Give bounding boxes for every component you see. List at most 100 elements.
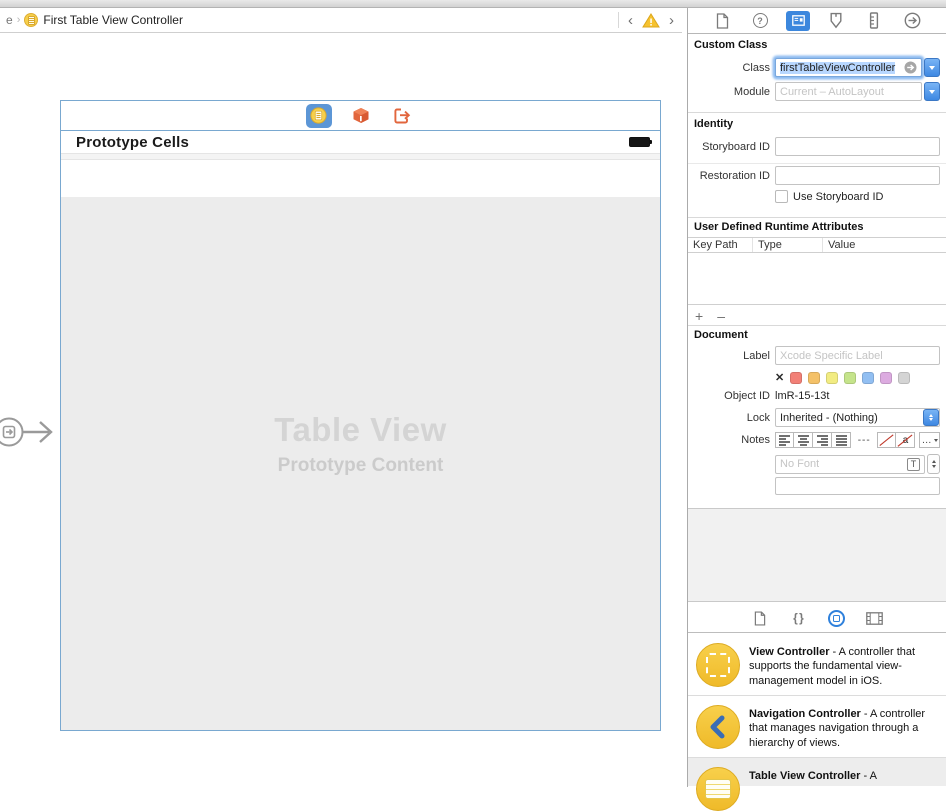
library-item-view-controller[interactable]: View Controller - A controller that supp… bbox=[688, 634, 946, 696]
font-placeholder: No Font bbox=[780, 458, 819, 470]
restoration-id-row: Restoration ID bbox=[694, 166, 940, 185]
class-label: Class bbox=[694, 62, 770, 74]
table-view-controller-scene[interactable]: Prototype Cells Table View Prototype Con… bbox=[60, 100, 661, 731]
media-library-tab-icon[interactable] bbox=[863, 608, 885, 628]
view-controller-dock-icon[interactable] bbox=[306, 104, 332, 128]
class-row: Class firstTableViewController bbox=[694, 58, 940, 77]
align-right-button[interactable] bbox=[813, 432, 832, 448]
breadcrumb-prefix[interactable]: e bbox=[6, 13, 13, 27]
table-view-title: Table View bbox=[61, 411, 660, 449]
attributes-inspector-tab-icon[interactable] bbox=[824, 11, 848, 31]
storyboard-id-input[interactable] bbox=[775, 137, 940, 156]
no-fill-button[interactable] bbox=[877, 432, 896, 448]
font-size-stepper[interactable] bbox=[927, 454, 940, 474]
library-item-table-view-controller[interactable]: Table View Controller - A bbox=[688, 758, 946, 786]
size-inspector-tab-icon[interactable] bbox=[862, 11, 886, 31]
notes-input[interactable] bbox=[775, 477, 940, 495]
storyboard-entry-point-arrow[interactable] bbox=[0, 405, 60, 459]
storyboard-canvas[interactable]: e › First Table View Controller ‹ › bbox=[0, 8, 687, 787]
object-id-row: Object ID lmR-15-13t bbox=[694, 390, 940, 402]
no-text-style-button[interactable]: a bbox=[896, 432, 915, 448]
storyboard-id-label: Storyboard ID bbox=[694, 141, 770, 153]
quick-help-inspector-tab-icon[interactable]: ? bbox=[748, 11, 772, 31]
table-view-controller-library-icon bbox=[696, 767, 740, 811]
divider bbox=[618, 12, 619, 28]
dashes-button[interactable]: --- bbox=[855, 432, 874, 448]
library-item-navigation-controller[interactable]: Navigation Controller - A controller tha… bbox=[688, 696, 946, 758]
justify-button[interactable] bbox=[832, 432, 851, 448]
use-storyboard-row: Use Storyboard ID bbox=[694, 190, 940, 203]
more-options-button[interactable]: … bbox=[919, 432, 940, 448]
runtime-attributes-table-header: Key Path Type Value bbox=[688, 237, 946, 253]
identity-inspector-tab-icon[interactable] bbox=[786, 11, 810, 31]
file-inspector-tab-icon[interactable] bbox=[710, 11, 734, 31]
color-swatch-row: ✕ bbox=[775, 371, 910, 384]
color-swatch-red[interactable] bbox=[790, 372, 802, 384]
lock-popup[interactable]: Inherited - (Nothing) bbox=[775, 408, 940, 427]
align-center-button[interactable] bbox=[794, 432, 813, 448]
dashes-glyph: --- bbox=[858, 435, 871, 446]
font-row: No Font T bbox=[694, 454, 940, 474]
module-dropdown-button[interactable] bbox=[924, 82, 940, 101]
restoration-id-input[interactable] bbox=[775, 166, 940, 185]
nav-back-button[interactable]: ‹ bbox=[626, 13, 635, 28]
warning-icon[interactable] bbox=[642, 13, 660, 28]
module-value: Current – AutoLayout bbox=[780, 86, 884, 98]
align-left-button[interactable] bbox=[775, 432, 794, 448]
font-input[interactable]: No Font T bbox=[775, 455, 925, 474]
prototype-cell[interactable] bbox=[61, 160, 660, 196]
view-controller-library-icon bbox=[696, 643, 740, 687]
separator bbox=[688, 163, 946, 164]
lock-popup-button[interactable] bbox=[923, 409, 939, 426]
class-dropdown-button[interactable] bbox=[924, 58, 940, 77]
notes-label: Notes bbox=[694, 434, 770, 446]
font-panel-button[interactable]: T bbox=[907, 458, 920, 471]
add-attribute-button[interactable]: + bbox=[695, 309, 703, 323]
column-key-path[interactable]: Key Path bbox=[688, 238, 753, 252]
clear-color-icon[interactable]: ✕ bbox=[775, 371, 784, 384]
remove-attribute-button[interactable]: – bbox=[717, 309, 725, 323]
class-input[interactable]: firstTableViewController bbox=[775, 58, 922, 77]
help-glyph: ? bbox=[757, 16, 763, 26]
lock-row: Lock Inherited - (Nothing) bbox=[694, 408, 940, 427]
nav-forward-button[interactable]: › bbox=[667, 13, 676, 28]
restoration-id-label: Restoration ID bbox=[694, 170, 770, 182]
file-template-library-tab-icon[interactable] bbox=[749, 608, 771, 628]
label-input[interactable]: Xcode Specific Label bbox=[775, 346, 940, 365]
color-swatch-purple[interactable] bbox=[880, 372, 892, 384]
table-view-subtitle: Prototype Content bbox=[61, 455, 660, 477]
identity-header: Identity bbox=[694, 118, 733, 130]
color-swatch-gray[interactable] bbox=[898, 372, 910, 384]
connections-inspector-tab-icon[interactable] bbox=[900, 11, 924, 31]
notes-text-row bbox=[694, 477, 940, 495]
color-swatch-yellow[interactable] bbox=[826, 372, 838, 384]
exit-dock-icon[interactable] bbox=[390, 104, 416, 128]
separator bbox=[688, 217, 946, 218]
runtime-attributes-table-body[interactable] bbox=[688, 253, 946, 305]
column-type[interactable]: Type bbox=[753, 238, 823, 252]
use-storyboard-id-checkbox[interactable] bbox=[775, 190, 788, 203]
toolbar-bottom-strip bbox=[0, 0, 946, 8]
inspector-empty-area bbox=[688, 508, 946, 602]
code-snippet-library-tab-icon[interactable]: { } bbox=[787, 608, 809, 628]
color-swatch-orange[interactable] bbox=[808, 372, 820, 384]
jump-to-class-icon[interactable] bbox=[904, 61, 917, 74]
object-library-tab-icon[interactable] bbox=[825, 608, 847, 628]
color-swatch-green[interactable] bbox=[844, 372, 856, 384]
use-storyboard-id-label: Use Storyboard ID bbox=[793, 191, 883, 203]
breadcrumb-title[interactable]: First Table View Controller bbox=[43, 13, 183, 27]
label-placeholder: Xcode Specific Label bbox=[780, 350, 883, 362]
navigation-controller-library-icon bbox=[696, 705, 740, 749]
library-item-desc: - A bbox=[864, 770, 877, 782]
inspector-tab-bar: ? bbox=[688, 8, 946, 34]
column-value[interactable]: Value bbox=[823, 238, 946, 252]
label-row: Label Xcode Specific Label bbox=[694, 346, 940, 365]
braces-glyph: { } bbox=[793, 611, 803, 625]
runtime-attributes-table: Key Path Type Value bbox=[688, 237, 946, 305]
color-swatch-blue[interactable] bbox=[862, 372, 874, 384]
module-row: Module Current – AutoLayout bbox=[694, 82, 940, 101]
object-id-value: lmR-15-13t bbox=[775, 390, 829, 402]
table-view-content-area[interactable]: Table View Prototype Content bbox=[61, 197, 660, 730]
module-input[interactable]: Current – AutoLayout bbox=[775, 82, 922, 101]
first-responder-dock-icon[interactable] bbox=[348, 104, 374, 128]
